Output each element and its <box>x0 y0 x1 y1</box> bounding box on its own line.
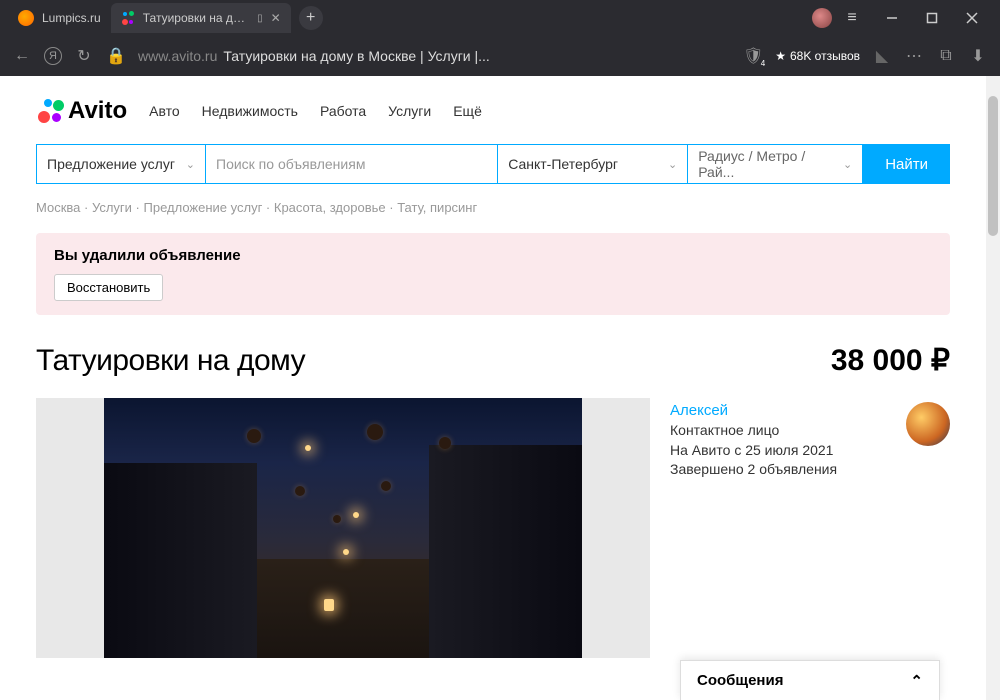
avito-logo[interactable]: Avito <box>36 97 127 125</box>
messages-label: Сообщения <box>697 672 783 689</box>
search-button[interactable]: Найти <box>863 144 950 184</box>
tab-label: Татуировки на дому в <box>143 11 249 25</box>
category-select[interactable]: Предложение услуг ⌄ <box>36 144 206 184</box>
nav-realty[interactable]: Недвижимость <box>202 103 298 119</box>
nav-more[interactable]: Ещё <box>453 103 482 119</box>
seller-avatar[interactable] <box>906 402 950 446</box>
url-path: Татуировки на дому в Москве | Услуги |..… <box>223 48 489 64</box>
crumb[interactable]: Предложение услуг <box>144 200 263 215</box>
radius-select[interactable]: Радиус / Метро / Рай... ⌄ <box>688 144 863 184</box>
close-tab-icon[interactable]: ✕ <box>271 11 281 25</box>
maximize-button[interactable] <box>912 3 952 33</box>
scrollbar[interactable] <box>986 76 1000 700</box>
url-domain: www.avito.ru <box>138 48 217 64</box>
deleted-alert: Вы удалили объявление Восстановить <box>36 233 950 315</box>
listing-price: 38 000 ₽ <box>831 343 950 378</box>
close-window-button[interactable] <box>952 3 992 33</box>
profile-avatar[interactable] <box>812 8 832 28</box>
seller-panel: Алексей Контактное лицо На Авито с 25 ию… <box>670 398 950 658</box>
listing-body: Алексей Контактное лицо На Авито с 25 ию… <box>36 398 950 658</box>
nav-services[interactable]: Услуги <box>388 103 431 119</box>
url-field[interactable]: www.avito.ru Татуировки на дому в Москве… <box>138 48 731 64</box>
browser-titlebar: Lumpics.ru Татуировки на дому в ▯ ✕ + ≡ <box>0 0 1000 36</box>
search-bar: Предложение услуг ⌄ Поиск по объявлениям… <box>36 144 950 184</box>
alert-title: Вы удалили объявление <box>54 247 932 264</box>
crumb[interactable]: Красота, здоровье <box>274 200 386 215</box>
tab-label: Lumpics.ru <box>42 11 101 25</box>
crumb[interactable]: Москва <box>36 200 80 215</box>
listing-photo <box>104 398 583 658</box>
reload-button[interactable]: ↻ <box>74 46 94 66</box>
site-icon <box>121 10 135 26</box>
chevron-down-icon: ⌄ <box>186 158 195 171</box>
speaker-icon: ▯ <box>257 13 263 24</box>
star-icon: ★ <box>775 49 786 63</box>
messages-widget[interactable]: Сообщения ⌃ <box>680 660 940 700</box>
seller-since: На Авито с 25 июля 2021 <box>670 441 950 461</box>
gallery[interactable] <box>36 398 650 658</box>
reviews-text: 68K отзывов <box>790 49 860 63</box>
yandex-icon[interactable]: Я <box>44 47 62 65</box>
more-icon[interactable]: ⋯ <box>904 46 924 66</box>
tab-avito[interactable]: Татуировки на дому в ▯ ✕ <box>111 3 291 33</box>
seller-completed: Завершено 2 объявления <box>670 460 950 480</box>
protect-icon[interactable]: 🛡 <box>743 46 763 66</box>
listing-title: Татуировки на дому <box>36 344 305 378</box>
bookmark-icon[interactable]: ◣ <box>872 46 892 66</box>
back-button[interactable]: ← <box>12 46 32 66</box>
nav-auto[interactable]: Авто <box>149 103 180 119</box>
extensions-icon[interactable]: ⧉ <box>936 46 956 66</box>
crumb[interactable]: Тату, пирсинг <box>397 200 477 215</box>
minimize-button[interactable] <box>872 3 912 33</box>
menu-icon[interactable]: ≡ <box>832 3 872 33</box>
search-input[interactable]: Поиск по объявлениям <box>206 144 498 184</box>
restore-button[interactable]: Восстановить <box>54 274 163 301</box>
site-icon <box>18 10 34 26</box>
reviews-badge[interactable]: ★ 68K отзывов <box>775 49 860 63</box>
new-tab-button[interactable]: + <box>299 6 323 30</box>
chevron-up-icon: ⌃ <box>910 672 923 690</box>
page-content: Avito Авто Недвижимость Работа Услуги Ещ… <box>0 76 1000 700</box>
download-icon[interactable]: ⬇ <box>968 46 988 66</box>
listing-header: Татуировки на дому 38 000 ₽ <box>36 343 950 378</box>
city-select[interactable]: Санкт-Петербург ⌄ <box>498 144 688 184</box>
crumb[interactable]: Услуги <box>92 200 132 215</box>
site-header: Avito Авто Недвижимость Работа Услуги Ещ… <box>36 86 950 136</box>
address-bar: ← Я ↻ 🔒 www.avito.ru Татуировки на дому … <box>0 36 1000 76</box>
lock-icon: 🔒 <box>106 46 126 66</box>
chevron-down-icon: ⌄ <box>843 158 852 171</box>
breadcrumb: Москва · Услуги · Предложение услуг · Кр… <box>36 200 950 215</box>
nav-jobs[interactable]: Работа <box>320 103 366 119</box>
chevron-down-icon: ⌄ <box>668 158 677 171</box>
tab-lumpics[interactable]: Lumpics.ru <box>8 3 111 33</box>
